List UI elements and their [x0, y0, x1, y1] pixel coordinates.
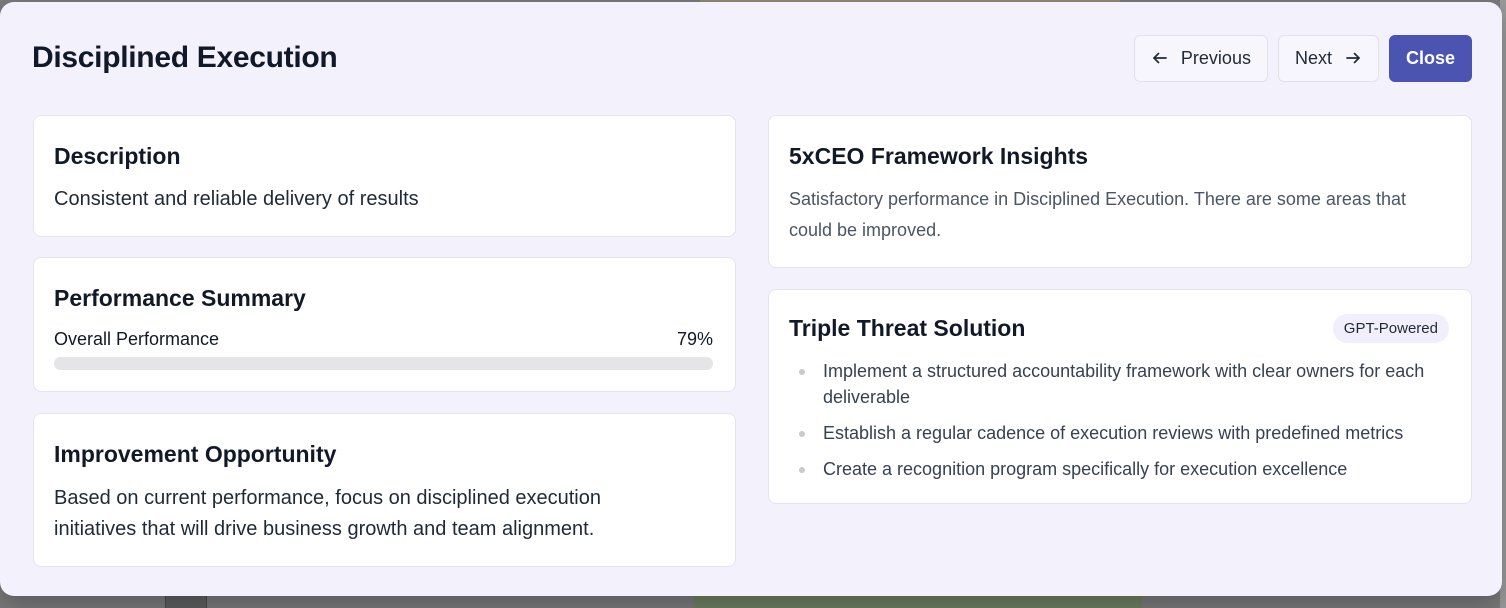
- solution-header: Triple Threat Solution GPT-Powered: [789, 314, 1449, 343]
- performance-summary-card: Performance Summary Overall Performance …: [33, 257, 736, 392]
- description-text: Consistent and reliable delivery of resu…: [54, 188, 419, 210]
- close-button[interactable]: Close: [1388, 34, 1472, 82]
- solution-title: Triple Threat Solution: [789, 315, 1026, 341]
- framework-insights-card: 5xCEO Framework Insights Satisfactory pe…: [768, 115, 1472, 268]
- overall-performance-label: Overall Performance: [54, 329, 220, 349]
- backdrop-fragment: [694, 596, 1142, 608]
- solution-list-item: Establish a regular cadence of execution…: [789, 420, 1441, 446]
- header-actions: Previous Next Close: [1133, 34, 1472, 82]
- improvement-opportunity-card: Improvement Opportunity Based on current…: [33, 413, 736, 567]
- improvement-opportunity-title: Improvement Opportunity: [54, 441, 337, 467]
- performance-summary-title: Performance Summary: [54, 285, 306, 311]
- next-button-label: Next: [1294, 47, 1332, 68]
- previous-button[interactable]: Previous: [1133, 34, 1268, 82]
- solution-list: Implement a structured accountability fr…: [789, 358, 1441, 492]
- framework-insights-text: Satisfactory performance in Disciplined …: [789, 189, 1406, 240]
- triple-threat-solution-card: Triple Threat Solution GPT-Powered Imple…: [768, 289, 1472, 504]
- previous-button-label: Previous: [1180, 47, 1251, 68]
- next-button[interactable]: Next: [1277, 34, 1379, 82]
- arrow-left-icon: [1151, 49, 1169, 67]
- description-title: Description: [54, 143, 181, 169]
- modal-header: Disciplined Execution Previous Next Clos…: [32, 34, 1472, 82]
- improvement-opportunity-text: Based on current performance, focus on d…: [54, 487, 601, 540]
- modal-title: Disciplined Execution: [32, 41, 338, 74]
- arrow-right-icon: [1344, 49, 1362, 67]
- framework-insights-title: 5xCEO Framework Insights: [789, 143, 1089, 169]
- solution-list-item: Implement a structured accountability fr…: [789, 358, 1441, 410]
- overall-performance-value: 79%: [676, 329, 713, 349]
- solution-list-item: Create a recognition program specificall…: [789, 456, 1441, 482]
- gpt-powered-badge: GPT-Powered: [1332, 314, 1449, 343]
- detail-modal: Disciplined Execution Previous Next Clos…: [0, 2, 1502, 596]
- performance-progress-bar: [54, 357, 713, 370]
- overall-performance-row: Overall Performance 79%: [54, 329, 713, 350]
- description-card: Description Consistent and reliable deli…: [33, 115, 736, 237]
- performance-progress-fill: [54, 357, 575, 370]
- backdrop-fragment: [165, 596, 207, 608]
